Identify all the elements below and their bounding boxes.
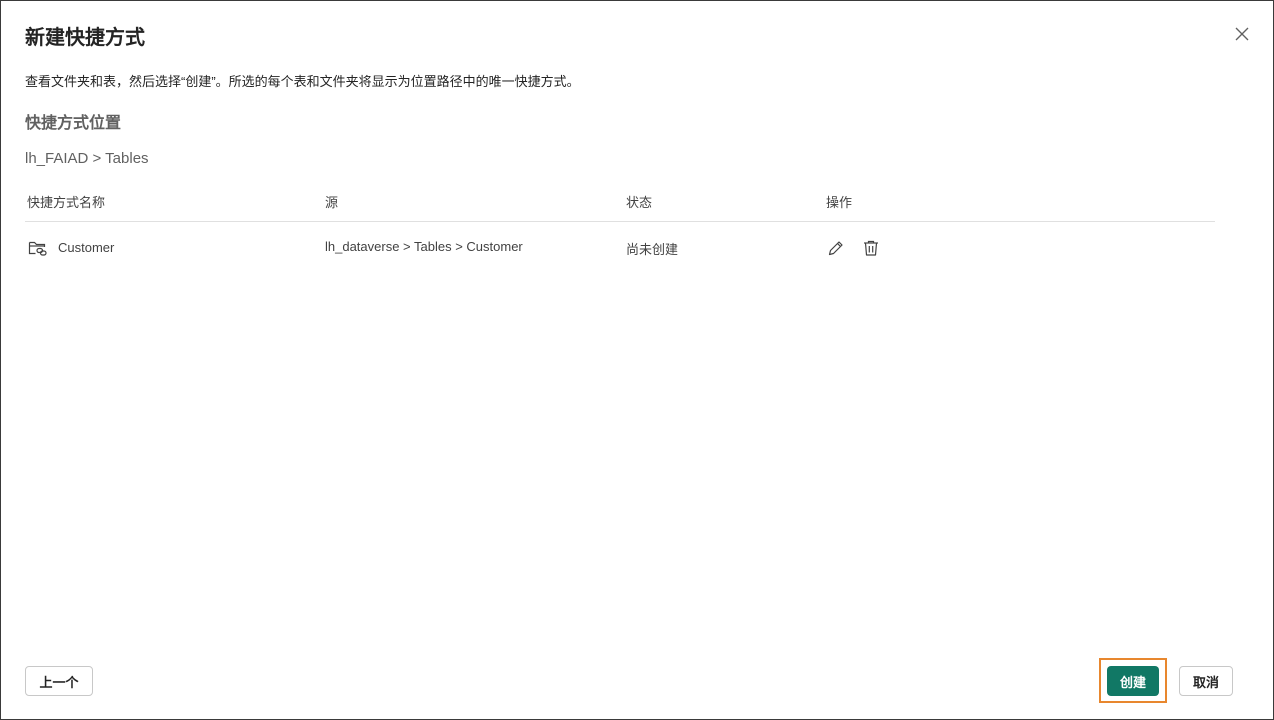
table-header: 快捷方式名称 源 状态 操作 [25,181,1215,222]
shortcut-name: Customer [58,240,115,255]
column-header-source: 源 [325,195,339,210]
column-header-actions: 操作 [826,195,853,210]
dialog-title: 新建快捷方式 [25,27,145,49]
pencil-icon [828,241,843,256]
trash-icon [864,240,878,256]
create-button[interactable]: 创建 [1107,666,1159,696]
close-button[interactable] [1231,23,1253,45]
dialog-description: 查看文件夹和表，然后选择“创建”。所选的每个表和文件夹将显示为位置路径中的唯一快… [25,74,580,89]
shortcut-source: lh_dataverse > Tables > Customer [325,239,523,254]
folder-link-icon [27,237,49,259]
table-row: Customer lh_dataverse > Tables > Custome… [25,222,1215,274]
new-shortcut-dialog: 新建快捷方式 查看文件夹和表，然后选择“创建”。所选的每个表和文件夹将显示为位置… [0,0,1274,720]
shortcut-location-heading: 快捷方式位置 [25,115,122,132]
location-breadcrumb: lh_FAIAD > Tables [25,150,149,167]
shortcuts-table: 快捷方式名称 源 状态 操作 Customer lh_dataverse > T… [25,181,1215,274]
close-icon [1235,27,1249,41]
shortcut-status: 尚未创建 [626,242,679,257]
column-header-name: 快捷方式名称 [27,195,106,210]
previous-button[interactable]: 上一个 [25,666,93,696]
cancel-button[interactable]: 取消 [1179,666,1233,696]
column-header-status: 状态 [626,195,653,210]
delete-button[interactable] [861,238,881,258]
edit-button[interactable] [826,238,846,258]
